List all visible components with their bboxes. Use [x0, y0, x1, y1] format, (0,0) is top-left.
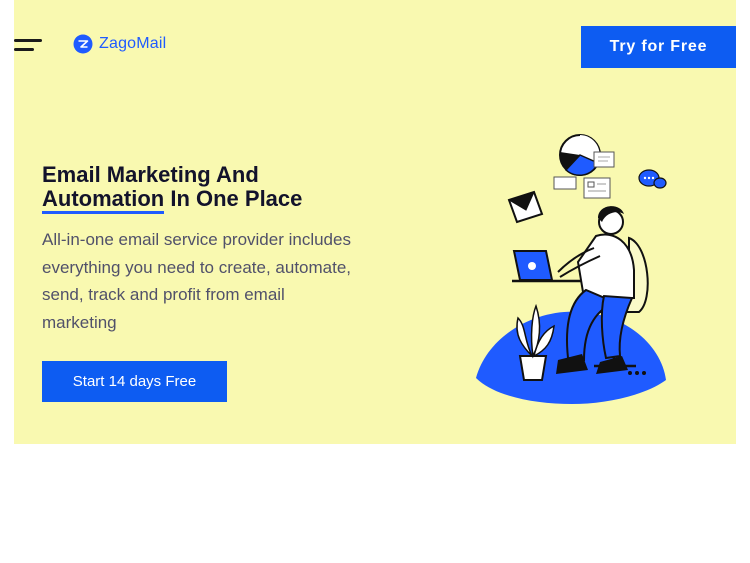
hero-title-line2: In One Place	[170, 186, 303, 211]
hero-title: Email Marketing And Automation In One Pl…	[42, 162, 303, 214]
hero-section: ZagoMail Try for Free Email Marketing An…	[14, 0, 736, 444]
hamburger-menu-icon[interactable]	[14, 36, 44, 58]
try-for-free-button[interactable]: Try for Free	[581, 26, 736, 68]
zagomail-logo-icon	[73, 34, 93, 54]
start-free-trial-button[interactable]: Start 14 days Free	[42, 361, 227, 402]
laptop-icon	[512, 250, 554, 281]
brand-logo[interactable]: ZagoMail	[73, 34, 166, 54]
hero-subtitle: All-in-one email service provider includ…	[42, 230, 352, 332]
person-working-on-laptop-illustration	[476, 134, 667, 404]
brand-name: ZagoMail	[99, 35, 167, 52]
envelope-icon	[507, 190, 544, 224]
hero-title-highlight: Automation	[42, 186, 165, 214]
chat-bubble-icon	[638, 169, 667, 189]
hero-title-line1: Email Marketing And	[42, 162, 259, 187]
